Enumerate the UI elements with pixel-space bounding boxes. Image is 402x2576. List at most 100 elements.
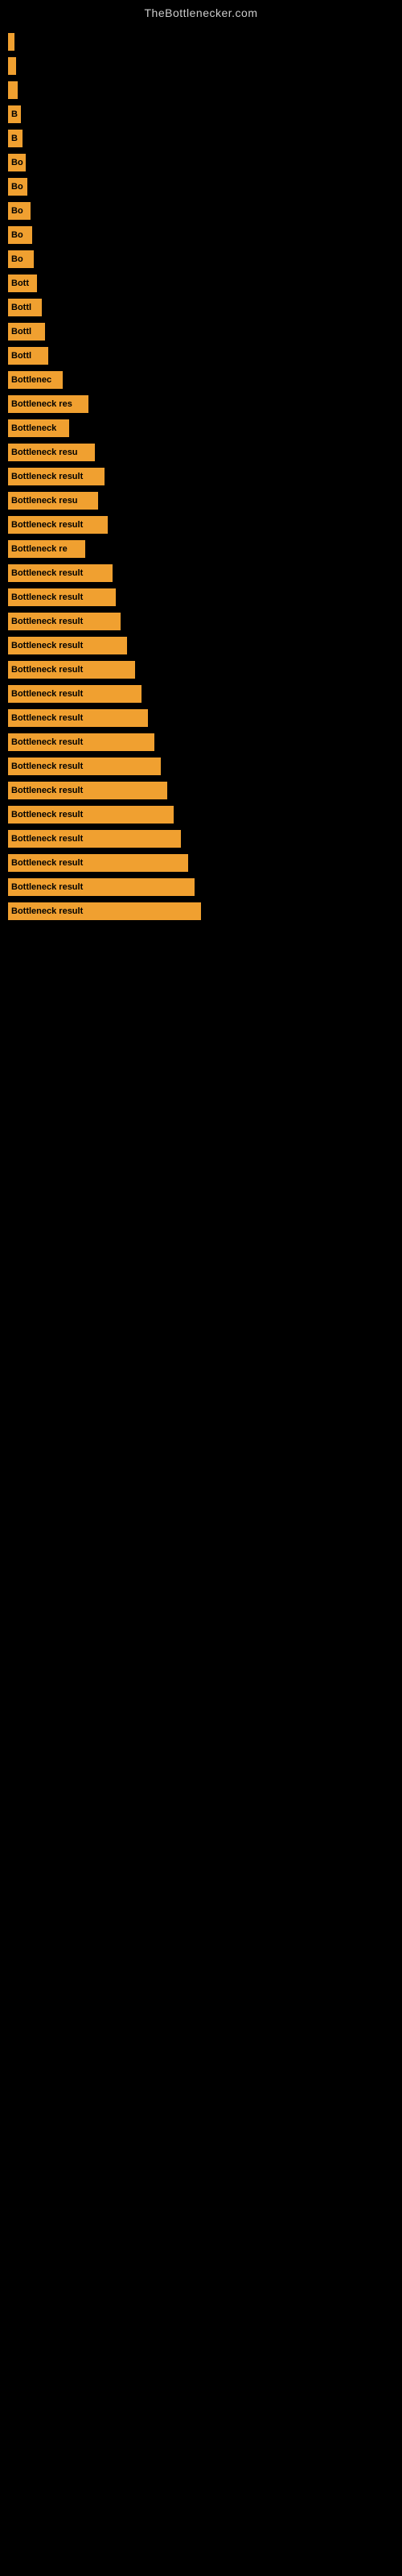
bar-label-21: Bottleneck re [11,544,68,554]
bar-label-4: B [11,134,18,143]
bar-row [8,31,402,53]
bar-label-14: Bottlenec [11,375,51,385]
bar-28: Bottleneck result [8,709,148,727]
bar-7: Bo [8,202,31,220]
bar-row: Bottleneck result [8,562,402,584]
bar-row [8,55,402,77]
bar-35: Bottleneck result [8,878,195,896]
bar-3: B [8,105,21,123]
bar-label-30: Bottleneck result [11,762,83,771]
bar-row: Bottleneck result [8,514,402,536]
bar-36: Bottleneck result [8,902,201,920]
bar-0 [8,33,14,51]
bar-label-35: Bottleneck result [11,882,83,892]
bar-row: Bottl [8,320,402,343]
bar-label-24: Bottleneck result [11,617,83,626]
bar-row: Bottleneck result [8,634,402,657]
bar-label-20: Bottleneck result [11,520,83,530]
bar-27: Bottleneck result [8,685,142,703]
bar-row: Bo [8,200,402,222]
bar-label-18: Bottleneck result [11,472,83,481]
bar-row: Bo [8,224,402,246]
bar-label-28: Bottleneck result [11,713,83,723]
bar-19: Bottleneck resu [8,492,98,510]
bar-label-9: Bo [11,254,23,264]
bar-label-15: Bottleneck res [11,399,72,409]
bar-row: Bottleneck result [8,900,402,923]
bar-row: Bottleneck result [8,828,402,850]
bar-row: Bottl [8,296,402,319]
bar-14: Bottlenec [8,371,63,389]
bar-label-33: Bottleneck result [11,834,83,844]
bar-row: Bottleneck result [8,658,402,681]
bar-18: Bottleneck result [8,468,105,485]
bar-20: Bottleneck result [8,516,108,534]
bar-row: Bottleneck result [8,852,402,874]
bar-label-16: Bottleneck [11,423,56,433]
bar-label-6: Bo [11,182,23,192]
site-title-container: TheBottlenecker.com [0,0,402,23]
bars-container: B B Bo Bo Bo Bo Bo Bott Bottl Bottl Bottl Bottlenec… [0,23,402,932]
bar-32: Bottleneck result [8,806,174,824]
bar-label-36: Bottleneck result [11,906,83,916]
bar-4: B [8,130,23,147]
bar-13: Bottl [8,347,48,365]
bar-21: Bottleneck re [8,540,85,558]
bar-label-26: Bottleneck result [11,665,83,675]
bar-row: B [8,103,402,126]
bar-label-32: Bottleneck result [11,810,83,819]
bar-label-22: Bottleneck result [11,568,83,578]
bar-23: Bottleneck result [8,588,116,606]
bar-6: Bo [8,178,27,196]
bar-row: Bottleneck result [8,731,402,753]
bar-8: Bo [8,226,32,244]
bar-12: Bottl [8,323,45,341]
bar-row: Bottleneck result [8,683,402,705]
bar-row: Bottlenec [8,369,402,391]
bar-label-19: Bottleneck resu [11,496,78,506]
bar-5: Bo [8,154,26,171]
bar-row: Bottleneck res [8,393,402,415]
bar-label-25: Bottleneck result [11,641,83,650]
bar-row: Bo [8,151,402,174]
bar-label-12: Bottl [11,327,31,336]
bar-29: Bottleneck result [8,733,154,751]
bar-row: Bott [8,272,402,295]
bar-row: Bottleneck result [8,610,402,633]
bar-label-7: Bo [11,206,23,216]
bar-11: Bottl [8,299,42,316]
bar-17: Bottleneck resu [8,444,95,461]
bar-label-27: Bottleneck result [11,689,83,699]
bar-row: Bo [8,175,402,198]
bar-label-3: B [11,109,18,119]
bar-label-31: Bottleneck result [11,786,83,795]
bar-label-10: Bott [11,279,29,288]
bar-26: Bottleneck result [8,661,135,679]
bar-row [8,79,402,101]
bar-label-11: Bottl [11,303,31,312]
bar-row: Bottl [8,345,402,367]
bar-row: Bottleneck result [8,803,402,826]
bar-row: Bottleneck [8,417,402,440]
bar-label-34: Bottleneck result [11,858,83,868]
bar-22: Bottleneck result [8,564,113,582]
bar-2 [8,81,18,99]
bar-row: Bottleneck result [8,707,402,729]
bar-33: Bottleneck result [8,830,181,848]
bar-row: Bottleneck result [8,465,402,488]
bar-label-8: Bo [11,230,23,240]
bar-row: Bottleneck re [8,538,402,560]
bar-row: Bottleneck resu [8,441,402,464]
bar-label-29: Bottleneck result [11,737,83,747]
bar-row: Bottleneck result [8,779,402,802]
bar-10: Bott [8,275,37,292]
bar-31: Bottleneck result [8,782,167,799]
bar-34: Bottleneck result [8,854,188,872]
bar-30: Bottleneck result [8,758,161,775]
bar-row: B [8,127,402,150]
bar-label-5: Bo [11,158,23,167]
bar-row: Bo [8,248,402,270]
bar-row: Bottleneck result [8,586,402,609]
bar-16: Bottleneck [8,419,69,437]
bar-row: Bottleneck resu [8,489,402,512]
